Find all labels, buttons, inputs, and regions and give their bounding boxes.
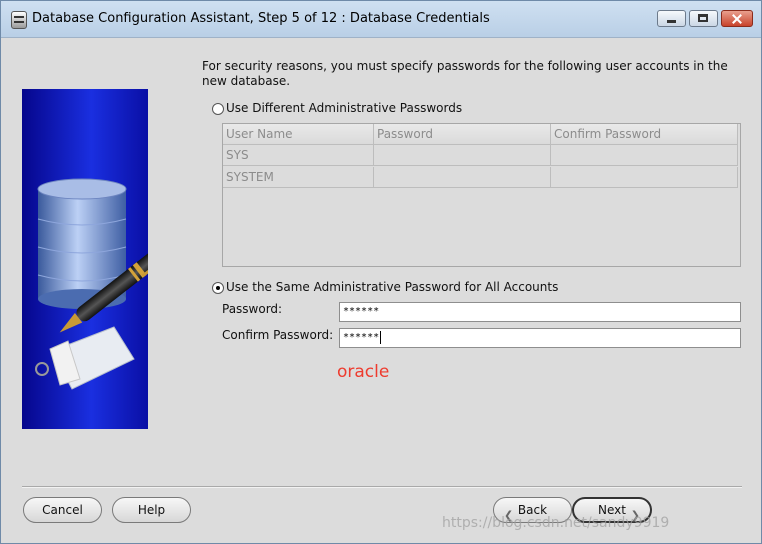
confirm-password-label: Confirm Password: (222, 328, 334, 342)
maximize-button[interactable] (689, 10, 718, 27)
footer-separator (22, 486, 742, 488)
password-field-value: ****** (343, 306, 380, 317)
table-row-confirm-cell (551, 145, 738, 166)
close-button[interactable] (721, 10, 753, 27)
password-field[interactable]: ****** (339, 302, 741, 322)
confirm-password-field-value: ****** (343, 332, 380, 343)
different-passwords-label[interactable]: Use Different Administrative Passwords (226, 101, 462, 115)
table-row-user: SYS (223, 145, 374, 166)
confirm-password-field[interactable]: ****** (339, 328, 741, 348)
same-password-label[interactable]: Use the Same Administrative Password for… (226, 280, 558, 294)
annotation-text: oracle (337, 362, 390, 382)
table-row-user: SYSTEM (223, 167, 374, 188)
title-bar: Database Configuration Assistant, Step 5… (1, 1, 761, 38)
cancel-button[interactable]: Cancel (23, 497, 102, 523)
table-row-confirm-cell (551, 167, 738, 188)
intro-text: For security reasons, you must specify p… (202, 59, 728, 88)
app-icon (11, 11, 27, 29)
column-header-confirm-password: Confirm Password (551, 124, 738, 145)
password-label: Password: (222, 302, 283, 316)
table-row-password-cell (374, 167, 551, 188)
database-pen-illustration (22, 89, 148, 429)
same-password-radio[interactable] (212, 282, 224, 294)
text-cursor (380, 330, 382, 344)
watermark: https://blog.csdn.net/sandy9919 (442, 515, 670, 531)
window-title: Database Configuration Assistant, Step 5… (32, 11, 490, 26)
column-header-user-name: User Name (223, 124, 374, 145)
help-button[interactable]: Help (112, 497, 191, 523)
dbca-window: Database Configuration Assistant, Step 5… (0, 0, 762, 544)
user-accounts-table: User Name Password Confirm Password SYS … (222, 123, 741, 267)
minimize-button[interactable] (657, 10, 686, 27)
column-header-password: Password (374, 124, 551, 145)
different-passwords-radio[interactable] (212, 103, 224, 115)
table-row-password-cell (374, 145, 551, 166)
